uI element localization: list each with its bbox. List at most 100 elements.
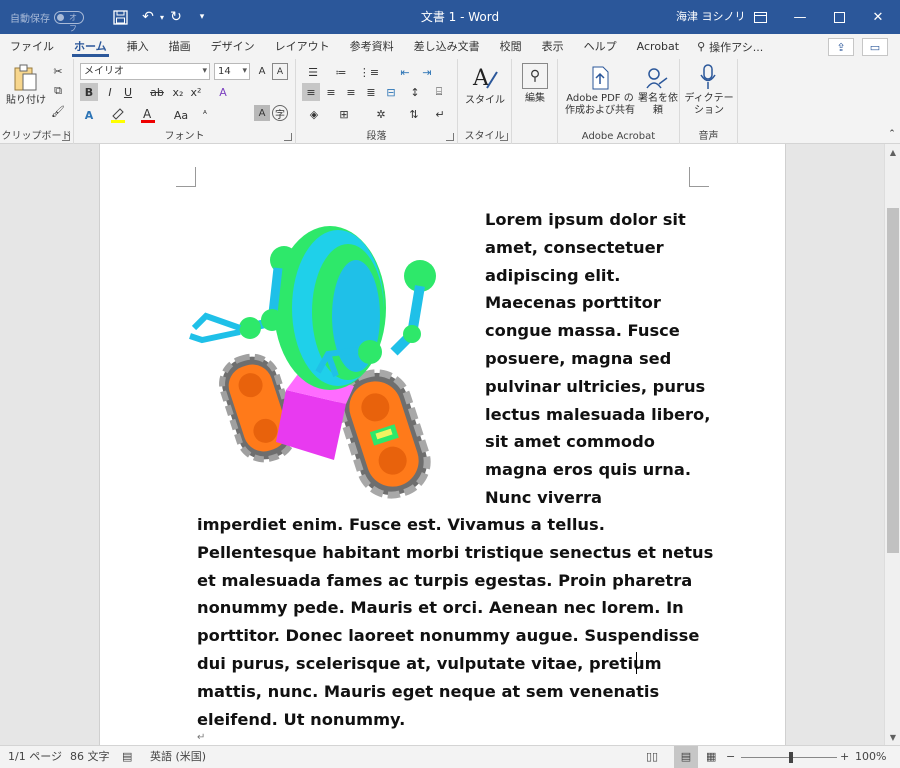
- tab-draw[interactable]: 描画: [159, 34, 201, 59]
- styles-icon[interactable]: A: [470, 63, 500, 93]
- language-indicator[interactable]: 英語 (米国): [150, 746, 206, 768]
- redo-icon[interactable]: ↻: [166, 7, 186, 27]
- sort-asian-icon[interactable]: ⌸: [430, 83, 448, 101]
- maximize-button[interactable]: [817, 0, 861, 34]
- line-spacing-icon[interactable]: ↕: [406, 83, 424, 101]
- request-signature-icon[interactable]: [644, 65, 670, 91]
- close-button[interactable]: ✕: [856, 0, 900, 34]
- bullets-icon[interactable]: ☰: [302, 63, 324, 81]
- font-launcher-icon[interactable]: [284, 133, 292, 141]
- collapse-ribbon-icon[interactable]: ⌃: [886, 127, 898, 141]
- dictate-label[interactable]: ディクテーション: [680, 93, 738, 117]
- customize-qat-icon[interactable]: ▾: [192, 7, 212, 27]
- tab-references[interactable]: 参考資料: [340, 34, 404, 59]
- asian-layout-icon[interactable]: ✲: [370, 105, 392, 123]
- italic-button[interactable]: I: [102, 83, 118, 101]
- highlight-icon[interactable]: [108, 105, 128, 125]
- user-name[interactable]: 海津 ヨシノリ: [676, 0, 746, 34]
- strikethrough-button[interactable]: ab: [148, 83, 166, 101]
- copy-icon[interactable]: ⧉: [50, 83, 66, 99]
- tab-acrobat[interactable]: Acrobat: [627, 34, 689, 59]
- autosave-switch[interactable]: オフ: [54, 10, 84, 33]
- comments-button[interactable]: ▭: [862, 38, 888, 56]
- clipboard-launcher-icon[interactable]: [62, 133, 70, 141]
- distributed-icon[interactable]: ⊟: [382, 83, 400, 101]
- justify-icon[interactable]: ≣: [362, 83, 380, 101]
- find-icon[interactable]: ⚲: [522, 63, 548, 89]
- word-count[interactable]: 86 文字: [70, 746, 110, 768]
- multilevel-list-icon[interactable]: ⋮≡: [358, 63, 380, 81]
- zoom-in-button[interactable]: +: [840, 746, 849, 768]
- enclose-char-icon[interactable]: 字: [272, 105, 288, 121]
- scroll-thumb[interactable]: [887, 208, 899, 553]
- tab-file[interactable]: ファイル: [0, 34, 64, 59]
- align-left-icon[interactable]: ≡: [302, 83, 320, 101]
- styles-button-label[interactable]: スタイル: [460, 95, 510, 107]
- read-mode-icon[interactable]: ▯▯: [646, 746, 658, 768]
- bold-button[interactable]: B: [80, 83, 98, 101]
- editing-button-label[interactable]: 編集: [512, 93, 558, 105]
- tab-design[interactable]: デザイン: [201, 34, 265, 59]
- microphone-icon[interactable]: [697, 63, 719, 91]
- font-size-combo[interactable]: 14: [214, 63, 250, 80]
- borders-icon[interactable]: ⊞: [332, 105, 356, 123]
- paste-label[interactable]: 貼り付け: [4, 95, 48, 107]
- autosave-toggle[interactable]: 自動保存 オフ: [10, 0, 84, 34]
- minimize-button[interactable]: —: [778, 0, 822, 34]
- clear-format-icon[interactable]: A: [272, 63, 288, 80]
- create-pdf-icon[interactable]: [588, 65, 612, 91]
- proofing-icon[interactable]: ▤: [122, 746, 132, 768]
- paragraph-launcher-icon[interactable]: [446, 133, 454, 141]
- tab-insert[interactable]: 挿入: [117, 34, 159, 59]
- zoom-level[interactable]: 100%: [855, 746, 886, 768]
- vertical-scrollbar[interactable]: ▲ ▼: [884, 144, 900, 745]
- subscript-button[interactable]: x₂: [170, 83, 186, 101]
- tell-me-search[interactable]: ⚲ 操作アシ...: [689, 39, 771, 55]
- print-layout-icon[interactable]: ▤: [674, 746, 698, 768]
- body-text-wrapped[interactable]: Lorem ipsum dolor sit amet, consectetuer…: [485, 206, 715, 512]
- web-layout-icon[interactable]: ▦: [706, 746, 716, 768]
- sort-icon[interactable]: ⇅: [404, 105, 424, 123]
- document-page[interactable]: Lorem ipsum dolor sit amet, consectetuer…: [99, 144, 786, 745]
- cut-icon[interactable]: ✂: [50, 63, 66, 79]
- paste-icon[interactable]: [10, 63, 40, 93]
- tab-view[interactable]: 表示: [532, 34, 574, 59]
- page-count[interactable]: 1/1 ページ: [8, 746, 62, 768]
- styles-launcher-icon[interactable]: [500, 133, 508, 141]
- font-group: メイリオ 14 A A B I U ab x₂ x² A A A Aa ᴬ A …: [74, 59, 296, 144]
- zoom-slider-thumb[interactable]: [789, 752, 793, 763]
- align-right-icon[interactable]: ≡: [342, 83, 360, 101]
- robot-image[interactable]: [188, 212, 458, 504]
- numbering-icon[interactable]: ≔: [330, 63, 352, 81]
- request-signature-label[interactable]: 署名を依頼: [638, 93, 678, 117]
- scroll-down-icon[interactable]: ▼: [885, 729, 900, 745]
- tab-layout[interactable]: レイアウト: [265, 34, 340, 59]
- font-color-icon[interactable]: A: [138, 105, 158, 125]
- shading-icon[interactable]: ◈: [302, 105, 326, 123]
- show-marks-icon[interactable]: ↵: [430, 105, 450, 123]
- text-effects-clear-icon[interactable]: A: [214, 83, 232, 101]
- decrease-indent-icon[interactable]: ⇤: [396, 63, 414, 81]
- tab-mailings[interactable]: 差し込み文書: [404, 34, 490, 59]
- increase-indent-icon[interactable]: ⇥: [418, 63, 436, 81]
- font-name-combo[interactable]: メイリオ: [80, 63, 210, 80]
- share-button[interactable]: ⇪: [828, 38, 854, 56]
- zoom-out-button[interactable]: −: [726, 746, 735, 768]
- underline-button[interactable]: U: [120, 83, 136, 101]
- tab-home[interactable]: ホーム: [64, 34, 117, 59]
- text-effects-icon[interactable]: A: [80, 105, 98, 125]
- tab-review[interactable]: 校閲: [490, 34, 532, 59]
- body-text-full[interactable]: imperdiet enim. Fusce est. Vivamus a tel…: [197, 511, 717, 733]
- scroll-up-icon[interactable]: ▲: [885, 144, 900, 160]
- save-icon[interactable]: [110, 7, 130, 27]
- change-case-button[interactable]: Aa: [168, 105, 194, 125]
- tab-help[interactable]: ヘルプ: [574, 34, 627, 59]
- ribbon-display-icon[interactable]: [750, 7, 770, 27]
- shrink-font-icon[interactable]: ᴬ: [198, 105, 212, 125]
- create-pdf-label[interactable]: Adobe PDF の作成および共有: [562, 93, 638, 117]
- char-shading-icon[interactable]: A: [254, 105, 270, 121]
- superscript-button[interactable]: x²: [188, 83, 204, 101]
- grow-font-icon[interactable]: A: [254, 63, 270, 80]
- align-center-icon[interactable]: ≡: [322, 83, 340, 101]
- format-painter-icon[interactable]: 🖌: [50, 103, 66, 119]
